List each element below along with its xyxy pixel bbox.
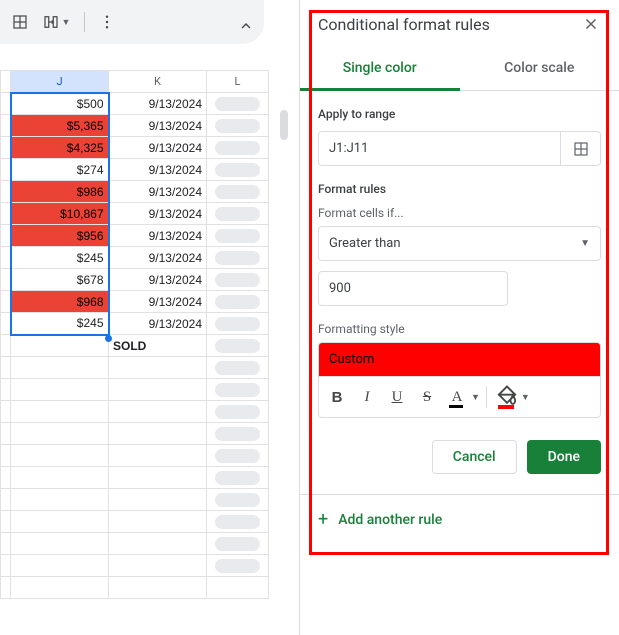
cell-l[interactable] [207,115,269,137]
chevron-down-icon: ▼ [580,238,590,249]
done-button[interactable]: Done [527,440,601,474]
cell-j[interactable]: $274 [11,159,109,181]
table-row[interactable]: $9569/13/2024 [1,225,269,247]
close-icon[interactable] [581,14,601,34]
table-row[interactable]: $9689/13/2024 [1,291,269,313]
table-row[interactable]: SOLD [1,335,269,357]
table-row[interactable] [1,555,269,577]
cell-l[interactable] [207,225,269,247]
cell-j[interactable]: $245 [11,247,109,269]
cell-j[interactable]: $986 [11,181,109,203]
cell-j[interactable]: $5,365 [11,115,109,137]
table-row[interactable] [1,445,269,467]
more-icon[interactable] [93,8,121,36]
cell-l[interactable] [207,291,269,313]
selection-handle[interactable] [105,335,112,342]
cell-k[interactable]: 9/13/2024 [109,313,207,335]
text-color-button[interactable]: A [443,383,471,411]
chevron-down-icon[interactable]: ▼ [521,392,530,403]
cell-k[interactable]: 9/13/2024 [109,181,207,203]
condition-value-input[interactable] [318,271,508,306]
bold-button[interactable]: B [323,383,351,411]
range-input[interactable] [318,131,561,166]
condition-select[interactable]: Greater than ▼ [318,226,601,261]
table-row[interactable] [1,577,269,599]
cell-k[interactable]: 9/13/2024 [109,247,207,269]
table-row[interactable]: $2459/13/2024 [1,247,269,269]
tab-color-scale[interactable]: Color scale [460,50,619,91]
collapse-toolbar-icon[interactable] [234,14,258,38]
cell-k[interactable]: 9/13/2024 [109,159,207,181]
table-row[interactable] [1,467,269,489]
strikethrough-button[interactable]: S [413,383,441,411]
cell-k[interactable]: 9/13/2024 [109,93,207,115]
table-row[interactable]: $5009/13/2024 [1,93,269,115]
cell-j[interactable]: $4,325 [11,137,109,159]
formatting-style-label: Formatting style [318,322,601,336]
table-row[interactable]: $5,3659/13/2024 [1,115,269,137]
tab-single-color[interactable]: Single color [300,50,460,91]
table-row[interactable] [1,357,269,379]
cell-j[interactable]: $968 [11,291,109,313]
add-rule-label: Add another rule [338,512,442,528]
select-range-icon[interactable] [561,131,601,166]
table-row[interactable]: $10,8679/13/2024 [1,203,269,225]
table-row[interactable] [1,489,269,511]
borders-icon[interactable] [6,8,34,36]
cell-k[interactable]: 9/13/2024 [109,225,207,247]
cell-k[interactable]: 9/13/2024 [109,137,207,159]
cell-j[interactable]: $678 [11,269,109,291]
cell-j[interactable]: $10,867 [11,203,109,225]
cell-l[interactable] [207,269,269,291]
format-rules-label: Format rules [318,182,601,196]
cell-l[interactable] [207,247,269,269]
panel-title: Conditional format rules [318,15,490,34]
apply-to-range-label: Apply to range [318,107,601,121]
table-row[interactable] [1,401,269,423]
style-preview[interactable]: Custom [318,342,601,376]
table-row[interactable] [1,511,269,533]
cell-l[interactable] [207,313,269,335]
merge-cells-icon[interactable]: ▼ [36,8,76,36]
spreadsheet-grid[interactable]: J K L $5009/13/2024$5,3659/13/2024$4,325… [0,70,280,599]
table-row[interactable]: $4,3259/13/2024 [1,137,269,159]
condition-selected-value: Greater than [329,236,401,251]
column-header-j[interactable]: J [11,71,109,93]
format-cells-if-label: Format cells if... [318,206,601,220]
cell-j[interactable]: $245 [11,313,109,335]
cell-j[interactable]: $500 [11,93,109,115]
underline-button[interactable]: U [383,383,411,411]
cell-l[interactable] [207,181,269,203]
table-row[interactable]: $2459/13/2024 [1,313,269,335]
italic-button[interactable]: I [353,383,381,411]
toolbar: ▼ [0,0,264,45]
chevron-down-icon[interactable]: ▼ [471,392,480,403]
cell-l[interactable] [207,93,269,115]
cell-j[interactable]: $956 [11,225,109,247]
column-header-l[interactable]: L [207,71,269,93]
conditional-format-panel: Conditional format rules Single color Co… [299,0,619,635]
table-row[interactable]: $6789/13/2024 [1,269,269,291]
cell-k[interactable]: 9/13/2024 [109,291,207,313]
column-header-k[interactable]: K [109,71,207,93]
table-row[interactable]: $9869/13/2024 [1,181,269,203]
table-row[interactable] [1,423,269,445]
scrollbar-thumb[interactable] [280,110,288,140]
plus-icon: + [318,509,328,530]
format-toolbar: B I U S A ▼ ▼ [318,376,601,418]
cell-k[interactable]: 9/13/2024 [109,269,207,291]
add-another-rule-button[interactable]: + Add another rule [300,494,619,544]
cell-l[interactable] [207,137,269,159]
cell-k[interactable]: 9/13/2024 [109,115,207,137]
table-row[interactable] [1,533,269,555]
cell-l[interactable] [207,159,269,181]
cancel-button[interactable]: Cancel [432,440,517,474]
cell-l[interactable] [207,203,269,225]
table-row[interactable] [1,379,269,401]
table-row[interactable]: $2749/13/2024 [1,159,269,181]
fill-color-button[interactable] [493,383,521,411]
cell-k[interactable]: 9/13/2024 [109,203,207,225]
